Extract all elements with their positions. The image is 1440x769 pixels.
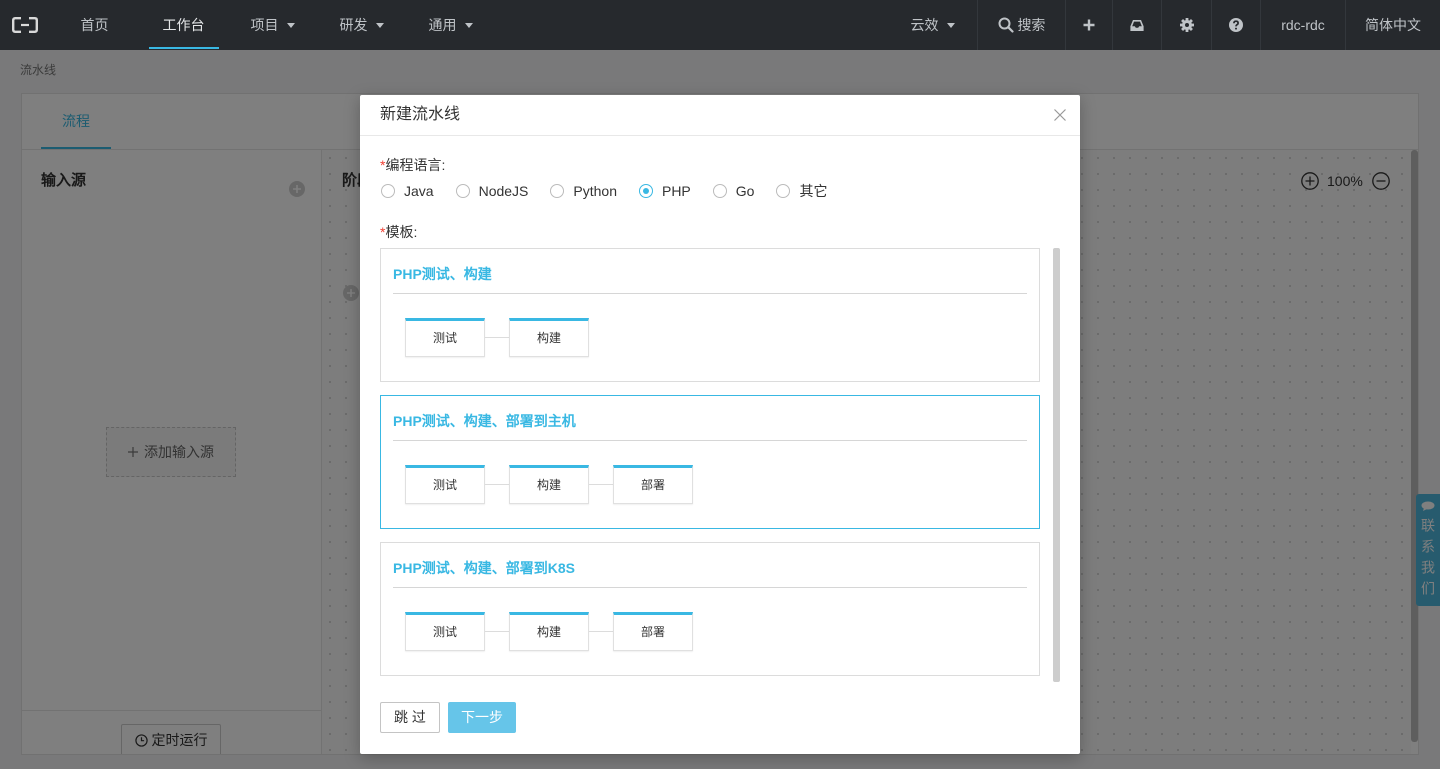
radio-php[interactable]: PHP xyxy=(638,183,691,199)
user-name: rdc-rdc xyxy=(1281,17,1325,33)
radio-java[interactable]: Java xyxy=(381,184,434,198)
stage-flow: 测试 构建 部署 xyxy=(405,612,693,651)
dialog-header: 新建流水线 xyxy=(360,95,1080,136)
search-button[interactable]: 搜索 xyxy=(977,0,1065,50)
nav-general-label: 通用 xyxy=(428,17,457,33)
stage-connector xyxy=(485,484,509,485)
template-title: PHP测试、构建、部署到K8S xyxy=(393,560,576,576)
radio-circle[interactable] xyxy=(638,184,653,198)
new-pipeline-dialog: 新建流水线 *编程语言: Java NodeJS Python PHP Go 其… xyxy=(360,95,1080,754)
inbox-icon xyxy=(1130,19,1144,31)
template-title: PHP测试、构建、部署到主机 xyxy=(393,413,576,429)
chevron-down-icon xyxy=(286,22,295,28)
stage-connector xyxy=(485,337,509,338)
radio-python[interactable]: Python xyxy=(550,184,617,198)
stage-box: 部署 xyxy=(613,465,693,504)
divider xyxy=(393,440,1027,441)
stage-box: 测试 xyxy=(405,465,485,504)
settings-button[interactable] xyxy=(1161,0,1211,50)
product-switcher[interactable]: 云效 xyxy=(888,0,977,50)
radio-label: Python xyxy=(573,183,617,199)
language-label: 简体中文 xyxy=(1365,17,1421,33)
stage-box: 测试 xyxy=(405,612,485,651)
create-button[interactable] xyxy=(1065,0,1112,50)
gear-icon xyxy=(1179,18,1194,33)
template-card[interactable]: PHP测试、构建 测试 构建 xyxy=(380,248,1040,382)
next-step-button[interactable]: 下一步 xyxy=(448,702,516,733)
radio-circle[interactable] xyxy=(712,184,727,198)
stage-box: 构建 xyxy=(509,612,589,651)
stage-connector xyxy=(485,631,509,632)
template-title: PHP测试、构建 xyxy=(393,266,492,282)
nav-dev-label: 研发 xyxy=(339,17,368,33)
chevron-down-icon xyxy=(946,22,955,28)
template-label-text: 模板: xyxy=(385,224,418,240)
template-card[interactable]: PHP测试、构建、部署到K8S 测试 构建 部署 xyxy=(380,542,1040,676)
stage-connector xyxy=(589,631,613,632)
language-switcher[interactable]: 简体中文 xyxy=(1345,0,1440,50)
chevron-down-icon xyxy=(464,22,473,28)
radio-label: Go xyxy=(735,183,755,199)
radio-other[interactable]: 其它 xyxy=(776,184,827,198)
divider xyxy=(393,293,1027,294)
question-icon xyxy=(1229,18,1243,33)
radio-label: PHP xyxy=(661,183,691,199)
nav-workbench-label: 工作台 xyxy=(162,17,205,33)
nav-home[interactable]: 首页 xyxy=(50,0,139,50)
nav-dev[interactable]: 研发 xyxy=(317,0,406,50)
stage-box: 构建 xyxy=(509,318,589,357)
radio-go[interactable]: Go xyxy=(712,183,755,199)
nav-workbench[interactable]: 工作台 xyxy=(139,0,228,50)
template-list: PHP测试、构建 测试 构建 PHP测试、构建、部署到主机 测试 构建 部署 P… xyxy=(380,248,1060,682)
radio-label: 其它 xyxy=(799,183,828,199)
aliyun-logo-icon[interactable] xyxy=(12,17,38,33)
chevron-down-icon xyxy=(375,22,384,28)
language-label-text: 编程语言: xyxy=(385,157,446,173)
close-icon[interactable] xyxy=(1054,109,1066,121)
radio-nodejs[interactable]: NodeJS xyxy=(455,183,529,199)
product-label: 云效 xyxy=(910,17,939,33)
stage-box: 测试 xyxy=(405,318,485,357)
stage-flow: 测试 构建 xyxy=(405,318,589,357)
stage-box: 构建 xyxy=(509,465,589,504)
template-card[interactable]: PHP测试、构建、部署到主机 测试 构建 部署 xyxy=(380,395,1040,529)
language-field-label: *编程语言: xyxy=(380,155,445,175)
search-icon xyxy=(998,17,1014,33)
dialog-title: 新建流水线 xyxy=(380,106,461,123)
search-label: 搜索 xyxy=(1017,17,1046,33)
skip-button[interactable]: 跳 过 xyxy=(380,702,440,733)
nav-projects-label: 项目 xyxy=(250,17,279,33)
nav-projects[interactable]: 项目 xyxy=(228,0,317,50)
radio-circle[interactable] xyxy=(776,184,791,198)
template-field-label: *模板: xyxy=(380,222,417,242)
nav-home-label: 首页 xyxy=(80,17,109,33)
radio-circle[interactable] xyxy=(455,184,470,198)
divider xyxy=(393,587,1027,588)
radio-circle[interactable] xyxy=(550,184,565,198)
radio-circle[interactable] xyxy=(381,184,395,198)
radio-label: NodeJS xyxy=(478,183,529,199)
help-button[interactable] xyxy=(1211,0,1260,50)
stage-box: 部署 xyxy=(613,612,693,651)
stage-flow: 测试 构建 部署 xyxy=(405,465,693,504)
stage-connector xyxy=(589,484,613,485)
language-radio-group: Java NodeJS Python PHP Go 其它 xyxy=(381,184,849,198)
user-menu[interactable]: rdc-rdc xyxy=(1260,0,1345,50)
template-list-scrollbar[interactable] xyxy=(1053,248,1060,682)
top-nav: 首页 工作台 项目 研发 通用 云效 搜索 rdc-rdc 简体中文 xyxy=(0,0,1440,50)
radio-label: Java xyxy=(404,183,434,199)
nav-general[interactable]: 通用 xyxy=(406,0,495,50)
plus-icon xyxy=(1083,19,1095,31)
inbox-button[interactable] xyxy=(1112,0,1161,50)
